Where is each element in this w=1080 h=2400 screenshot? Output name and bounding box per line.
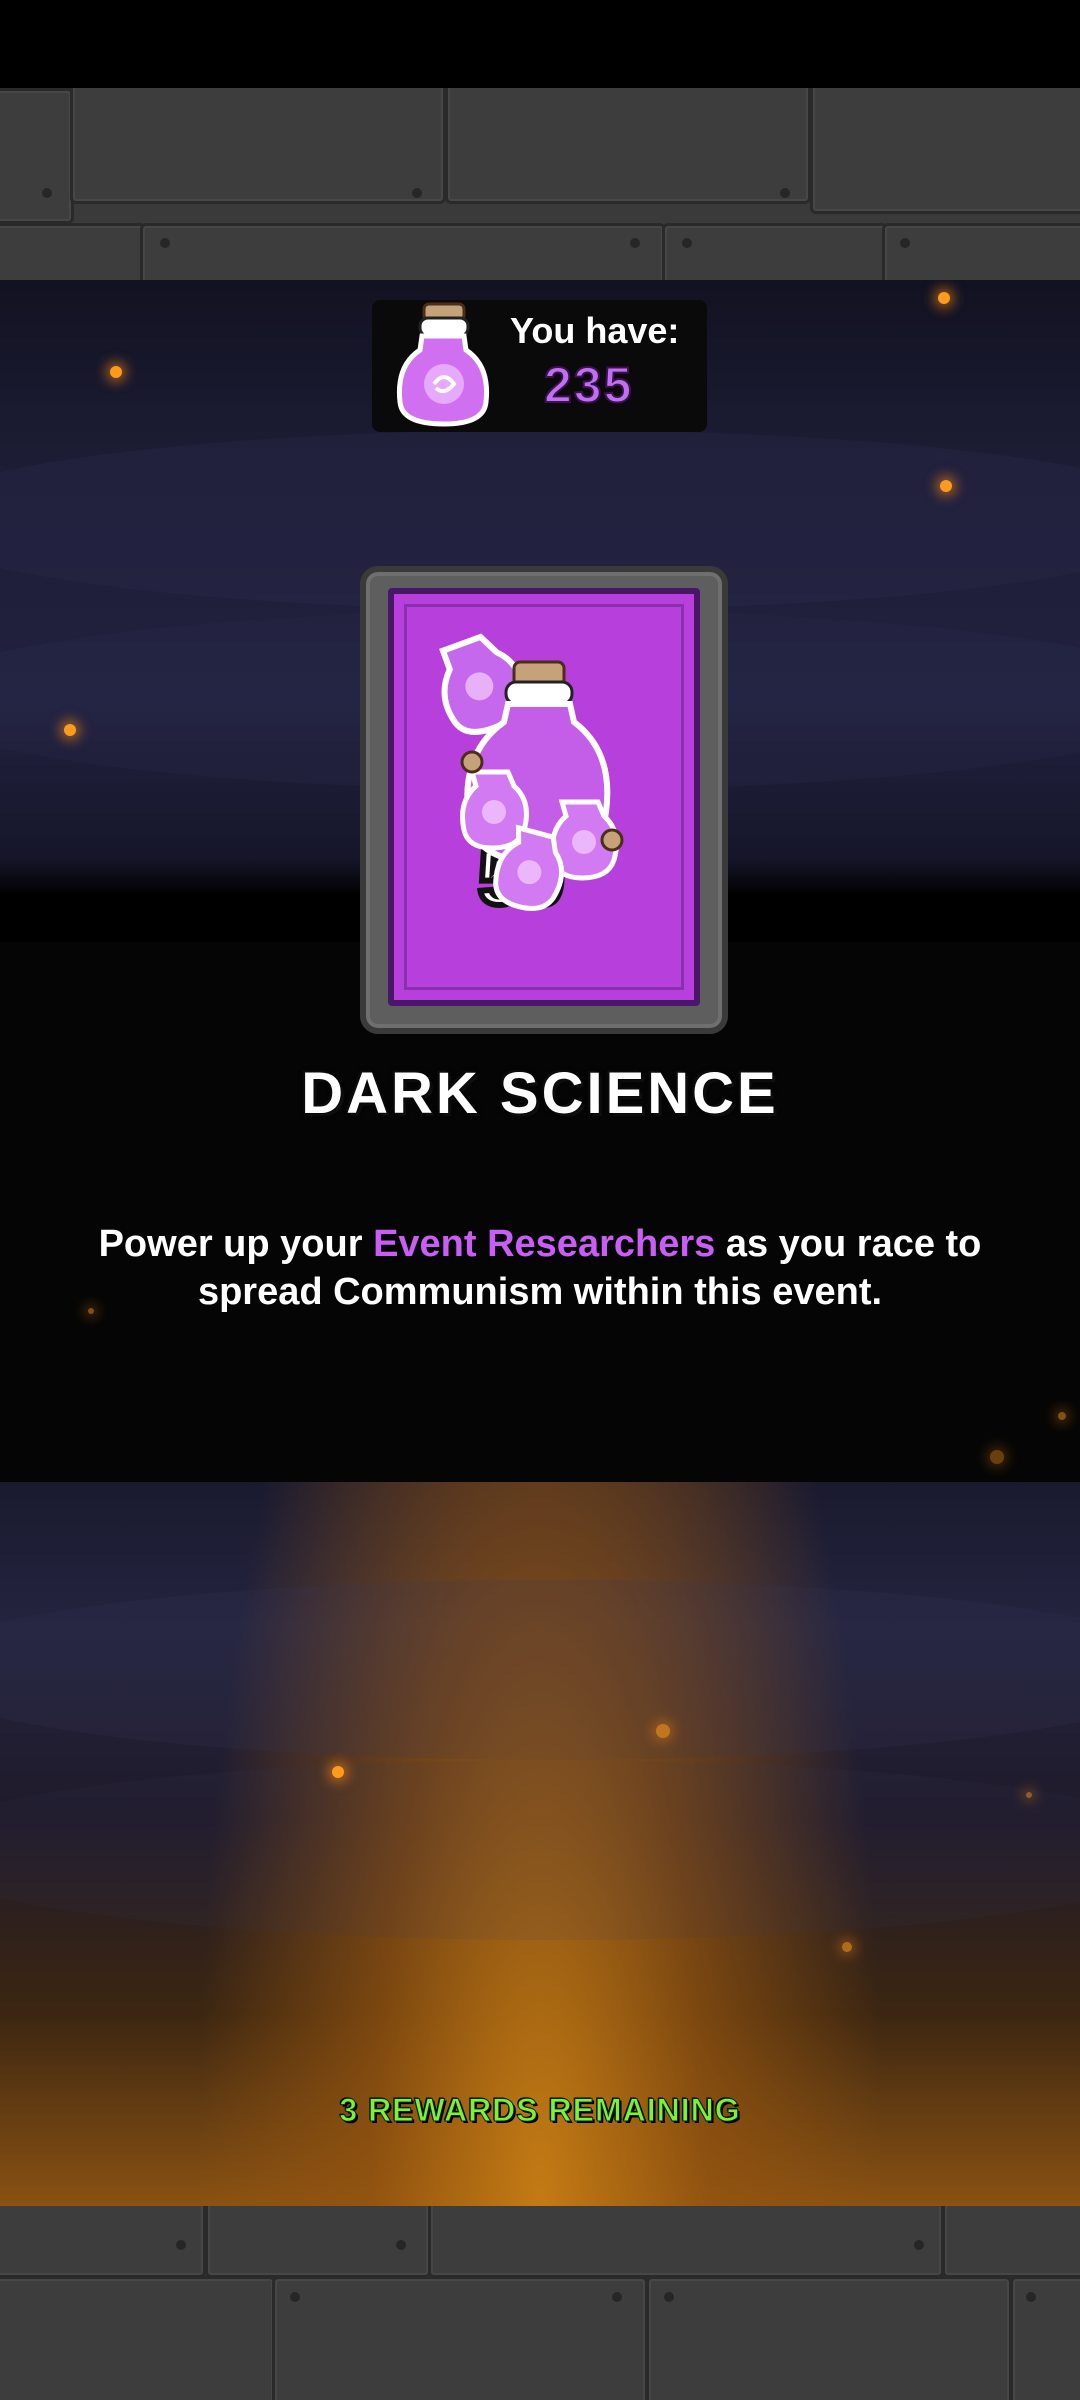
rewards-remaining-label: 3 REWARDS REMAINING [339, 2092, 741, 2129]
status-bar [0, 0, 1080, 88]
currency-amount: 235 [543, 356, 634, 414]
currency-label: You have: [510, 310, 680, 351]
top-metal-wall [0, 88, 1080, 280]
currency-counter: You have: 235 [372, 300, 707, 432]
potion-bundle-icon [439, 633, 624, 911]
reward-card[interactable]: 50 [360, 566, 728, 1034]
event-description-start: Power up your [98, 1223, 374, 1265]
event-researchers-highlight: Event Researchers [373, 1223, 716, 1265]
event-description: Power up your Event Researchers as you r… [80, 1220, 1000, 1316]
bottom-metal-wall [0, 2206, 1080, 2400]
potion-icon [396, 302, 490, 427]
event-title: DARK SCIENCE [301, 1061, 779, 1126]
